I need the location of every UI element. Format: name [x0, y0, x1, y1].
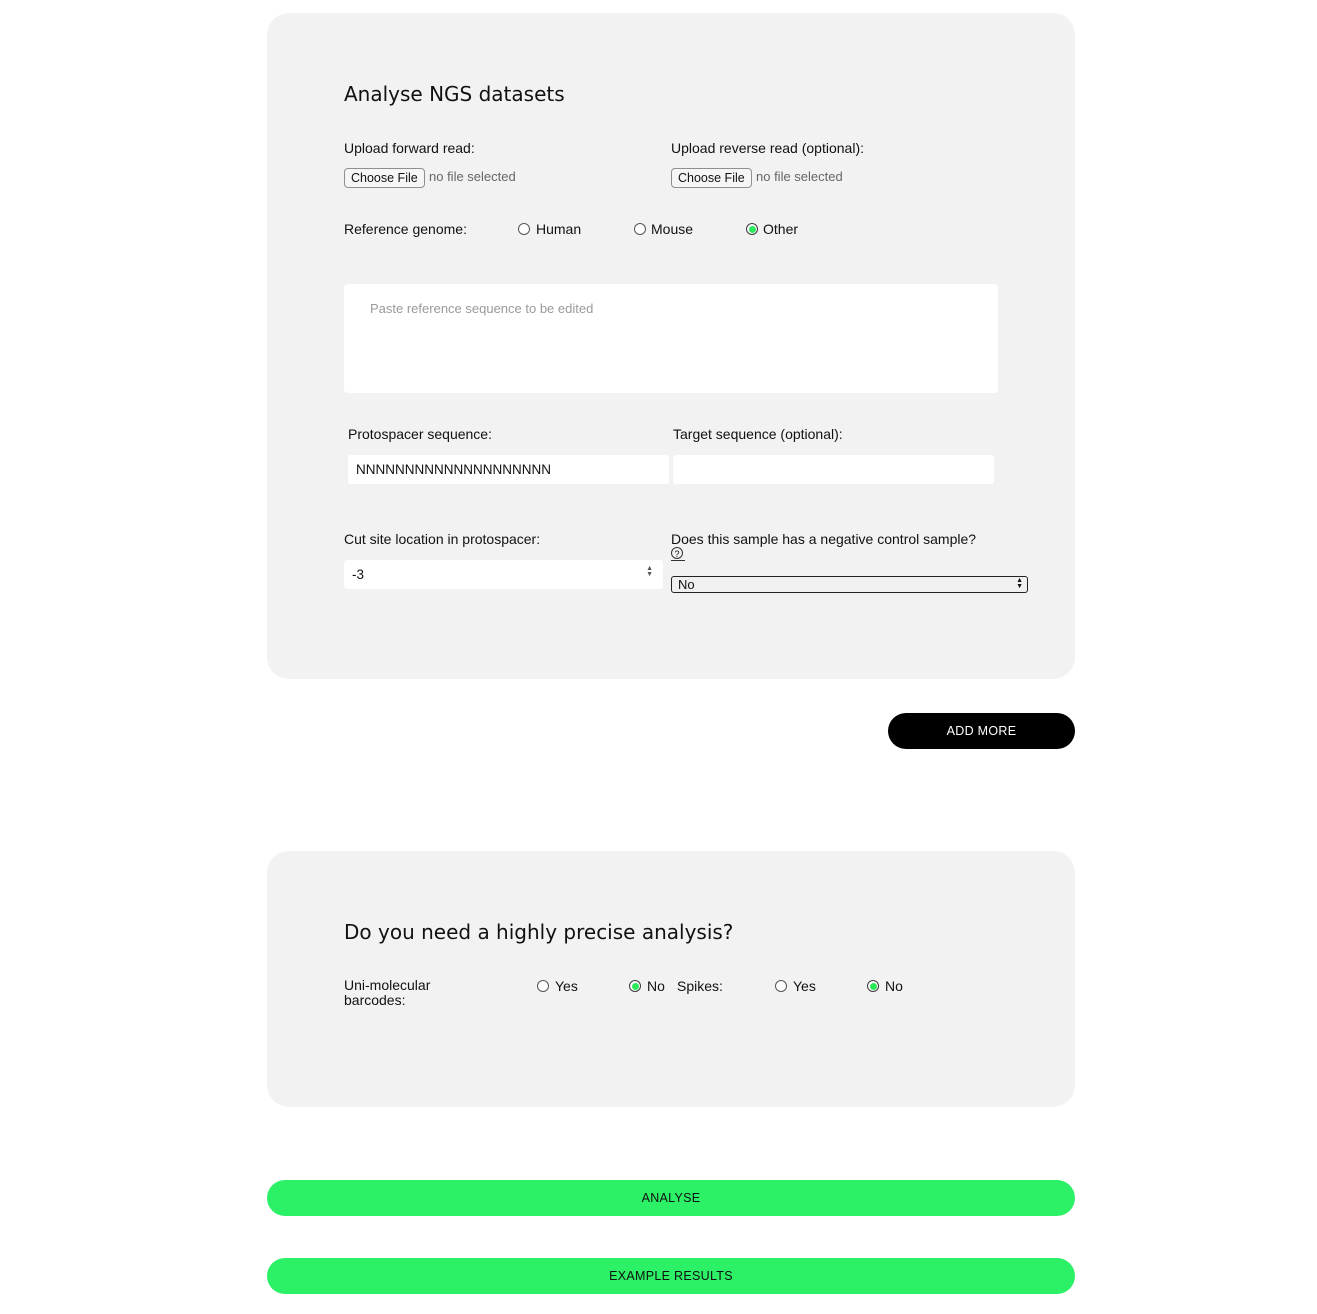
reverse-read-label: Upload reverse read (optional):	[671, 140, 864, 156]
cut-site-value: -3	[352, 567, 365, 582]
negative-control-select[interactable]: No ▲ ▼	[671, 576, 1028, 593]
genome-other-label: Other	[763, 221, 799, 237]
reference-sequence-textarea[interactable]: Paste reference sequence to be edited	[344, 284, 998, 393]
umi-no-radio[interactable]	[629, 980, 641, 992]
reverse-choose-file-button[interactable]: Choose File	[671, 168, 752, 188]
protospacer-label: Protospacer sequence:	[348, 426, 492, 442]
help-question-icon[interactable]: ?	[671, 547, 683, 559]
example-results-button[interactable]: EXAMPLE RESULTS	[267, 1258, 1075, 1294]
genome-human-label: Human	[536, 221, 582, 237]
spikes-no-radio[interactable]	[867, 980, 879, 992]
umi-yes-radio[interactable]	[537, 980, 549, 992]
cut-site-label: Cut site location in protospacer:	[344, 531, 541, 547]
spikes-no-label: No	[885, 978, 903, 994]
help-underline	[671, 560, 685, 561]
analyse-button[interactable]: ANALYSE	[267, 1180, 1075, 1216]
add-more-button[interactable]: ADD MORE	[888, 713, 1075, 749]
select-arrows-icon: ▲ ▼	[1016, 577, 1023, 590]
spikes-label: Spikes:	[677, 978, 723, 994]
spikes-yes-radio[interactable]	[775, 980, 787, 992]
spikes-yes-label: Yes	[793, 978, 816, 994]
protospacer-input[interactable]: NNNNNNNNNNNNNNNNNNNN	[348, 455, 669, 484]
target-sequence-label: Target sequence (optional):	[673, 426, 843, 442]
umi-no-label: No	[647, 978, 665, 994]
negative-control-label: Does this sample has a negative control …	[671, 531, 977, 547]
precision-title: Do you need a highly precise analysis?	[344, 920, 734, 944]
reference-sequence-placeholder: Paste reference sequence to be edited	[370, 301, 594, 316]
number-spinner-icon[interactable]: ▲ ▼	[646, 565, 653, 578]
ngs-title: Analyse NGS datasets	[344, 82, 565, 106]
forward-choose-file-button[interactable]: Choose File	[344, 168, 425, 188]
reference-genome-label: Reference genome:	[344, 221, 467, 237]
umi-yes-label: Yes	[555, 978, 578, 994]
reverse-file-status: no file selected	[756, 169, 843, 184]
genome-other-radio[interactable]	[746, 223, 758, 235]
negative-control-value: No	[678, 577, 695, 592]
forward-read-label: Upload forward read:	[344, 140, 475, 156]
genome-mouse-radio[interactable]	[634, 223, 646, 235]
target-sequence-input[interactable]	[673, 455, 994, 484]
cut-site-input[interactable]: -3 ▲ ▼	[344, 560, 663, 589]
genome-mouse-label: Mouse	[651, 221, 694, 237]
forward-file-status: no file selected	[429, 169, 516, 184]
genome-human-radio[interactable]	[518, 223, 530, 235]
umi-label: Uni-molecular barcodes:	[344, 977, 431, 1008]
